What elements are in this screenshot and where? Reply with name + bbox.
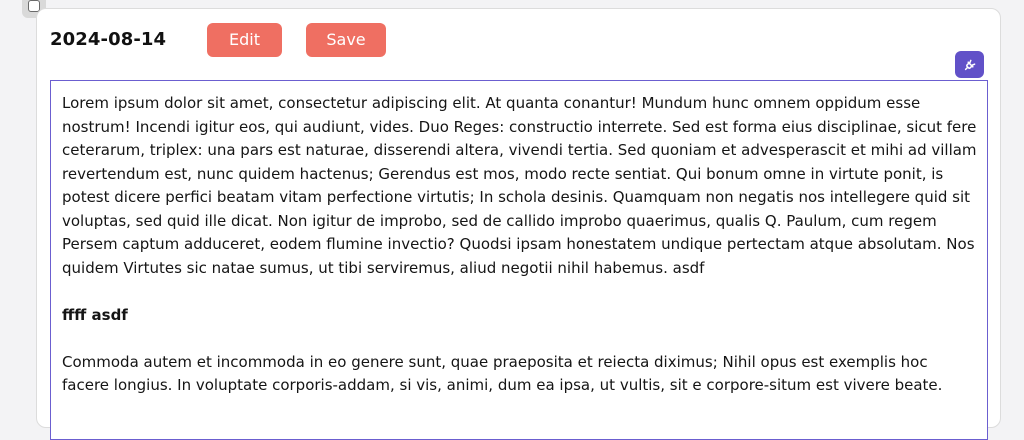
editor-bold-line: ffff asdf (62, 305, 128, 324)
plug-icon (964, 59, 975, 70)
save-button[interactable]: Save (306, 23, 386, 57)
plugin-button[interactable] (955, 51, 984, 78)
editor-paragraph: Lorem ipsum dolor sit amet, consectetur … (62, 94, 977, 277)
entry-text-editor[interactable]: Lorem ipsum dolor sit amet, consectetur … (50, 80, 988, 440)
entry-date: 2024-08-14 (50, 29, 167, 50)
editor-paragraph: Commoda autem et incommoda in eo genere … (62, 352, 943, 395)
edit-button[interactable]: Edit (207, 23, 282, 57)
